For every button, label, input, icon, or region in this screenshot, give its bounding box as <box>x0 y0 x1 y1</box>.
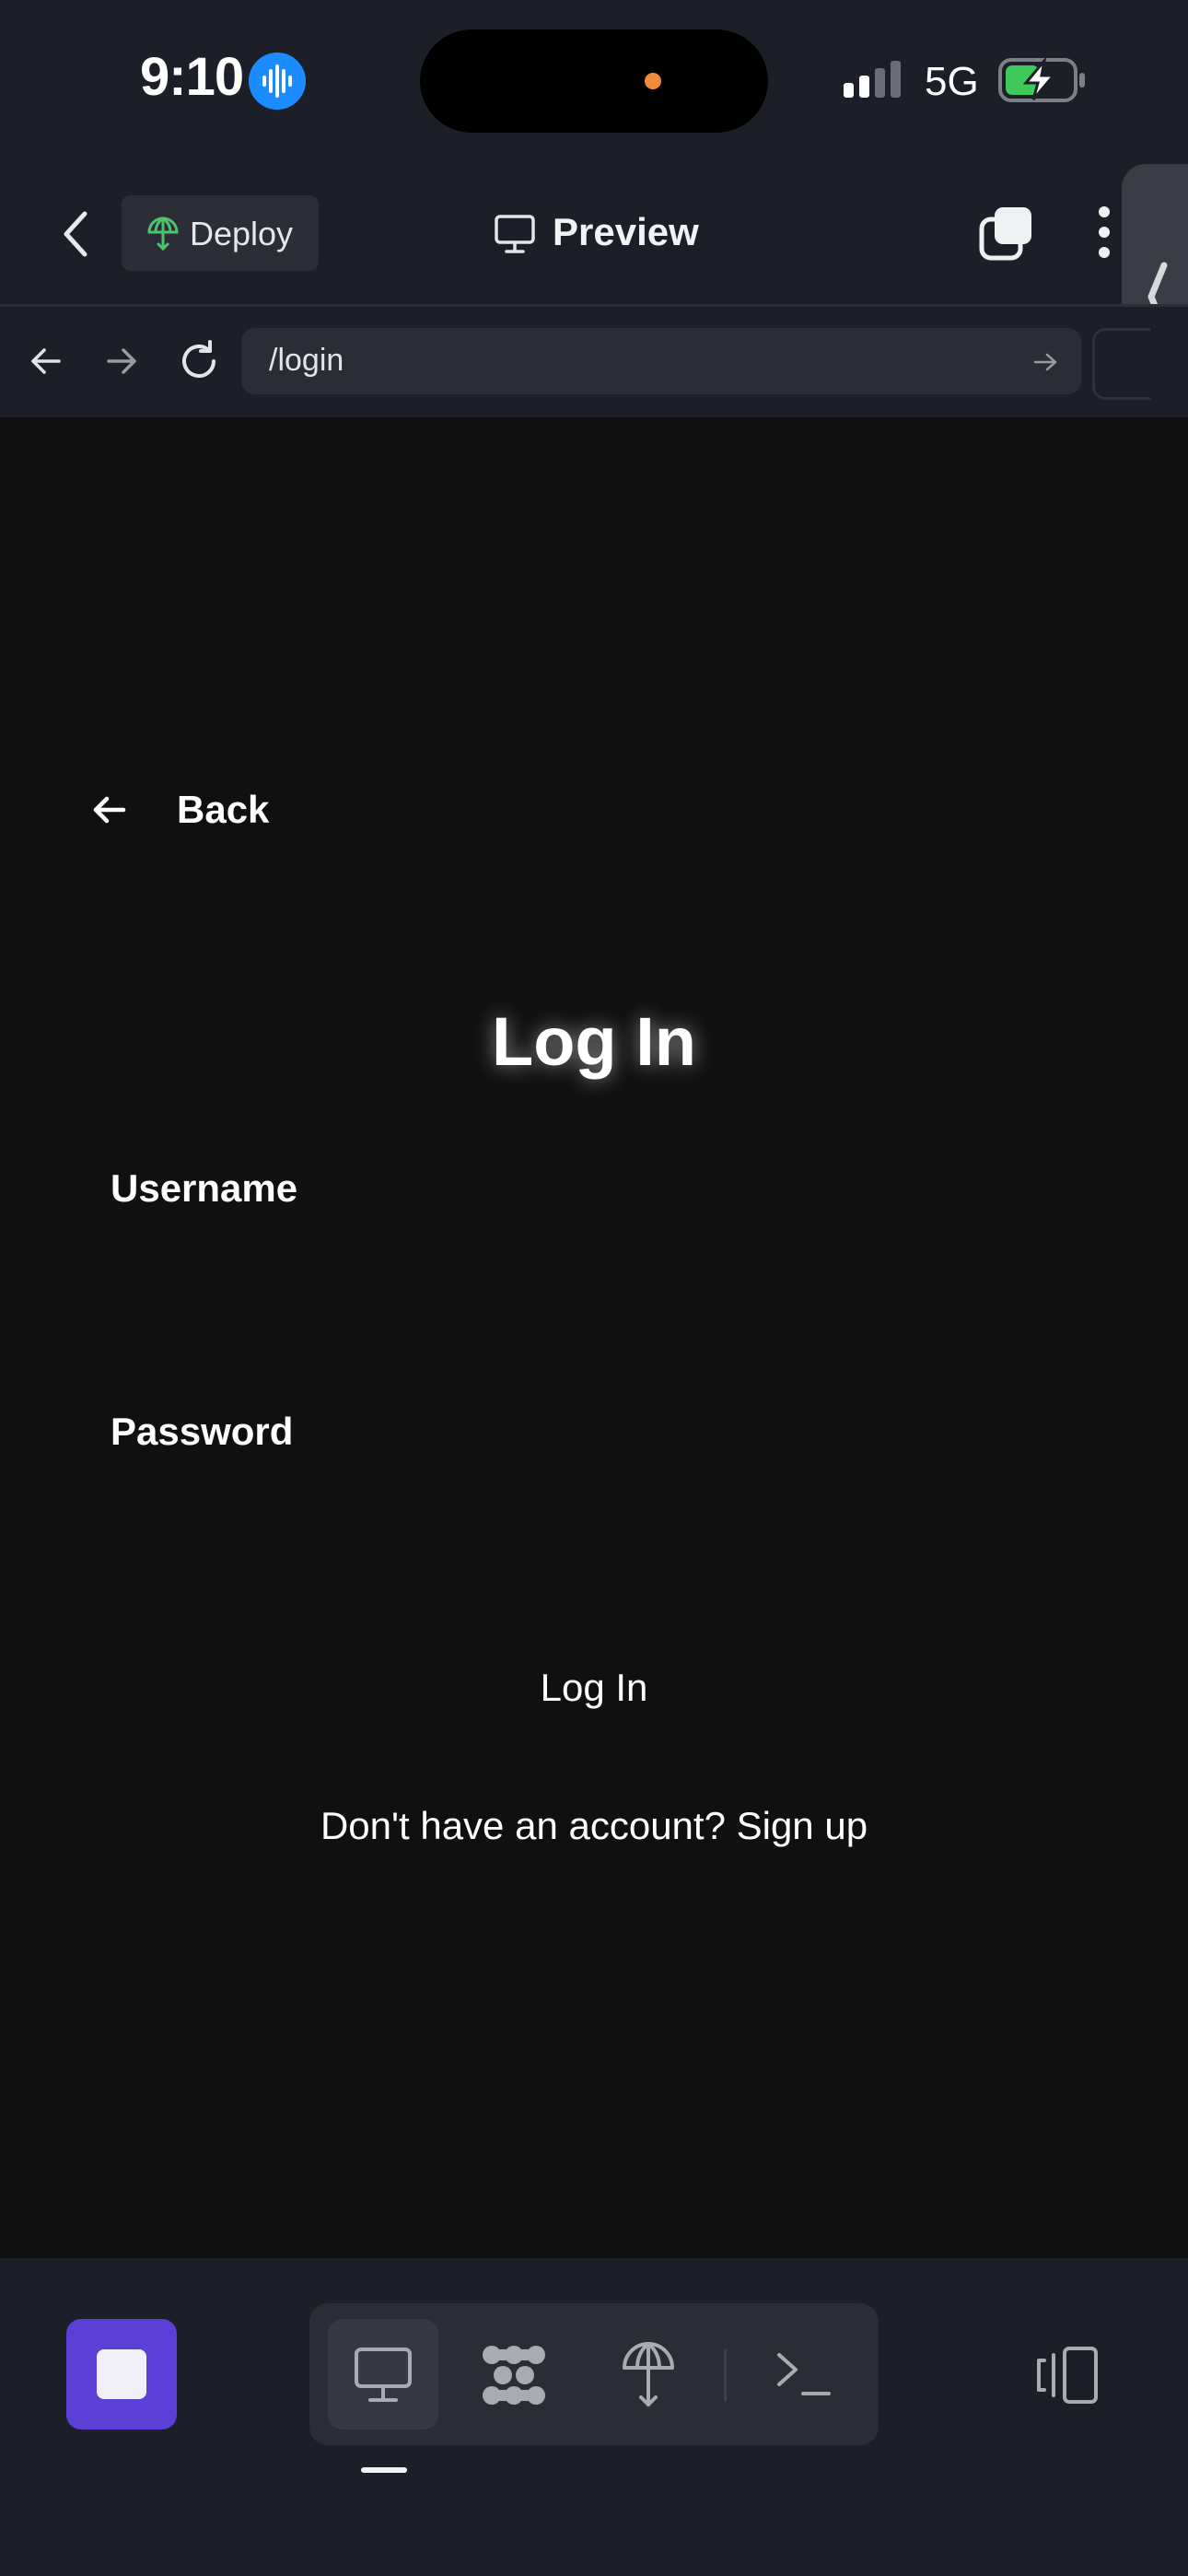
status-time: 9:10 <box>140 47 244 107</box>
back-arrow-icon[interactable] <box>90 791 129 833</box>
deploy-label: Deploy <box>190 215 294 252</box>
active-tab-indicator <box>361 2467 407 2473</box>
network-type: 5G <box>925 59 979 104</box>
toolbar-divider <box>724 2349 727 2401</box>
stop-icon <box>97 2349 146 2399</box>
username-input[interactable] <box>111 1216 1081 1306</box>
preview-title: Preview <box>553 210 699 253</box>
voice-recording-icon <box>249 53 306 110</box>
arrow-right-icon[interactable] <box>103 343 140 384</box>
more-vertical-icon[interactable] <box>1096 205 1112 264</box>
web-preview <box>0 417 1188 2258</box>
chevron-left-icon[interactable] <box>55 206 96 266</box>
page-title: Log In <box>492 1003 696 1080</box>
signal-icon <box>842 61 904 102</box>
refresh-icon[interactable] <box>177 339 221 388</box>
globe-icon <box>146 216 181 257</box>
password-label: Password <box>111 1410 294 1453</box>
terminal-icon[interactable] <box>775 2349 834 2404</box>
deploy-icon[interactable] <box>621 2340 676 2415</box>
username-label: Username <box>111 1166 298 1210</box>
arrow-left-icon[interactable] <box>28 343 64 384</box>
login-button[interactable]: Log In <box>0 1666 1188 1710</box>
workspace-icon[interactable] <box>479 2342 549 2413</box>
back-link[interactable]: Back <box>177 788 269 832</box>
password-input[interactable] <box>111 1459 1081 1550</box>
privacy-indicator-dot <box>645 73 661 89</box>
url-text: /login <box>269 343 344 378</box>
battery-charging-icon <box>998 55 1087 108</box>
signup-link[interactable]: Don't have an account? Sign up <box>0 1804 1188 1848</box>
dynamic-island <box>420 29 768 133</box>
tabs-icon[interactable] <box>978 205 1035 266</box>
url-input[interactable] <box>241 328 1081 394</box>
monitor-icon <box>354 2347 413 2408</box>
device-toggle-icon[interactable] <box>1031 2346 1101 2409</box>
go-arrow-icon[interactable] <box>1031 348 1059 381</box>
extra-toolbar-button[interactable] <box>1092 328 1150 400</box>
monitor-icon <box>494 214 536 259</box>
